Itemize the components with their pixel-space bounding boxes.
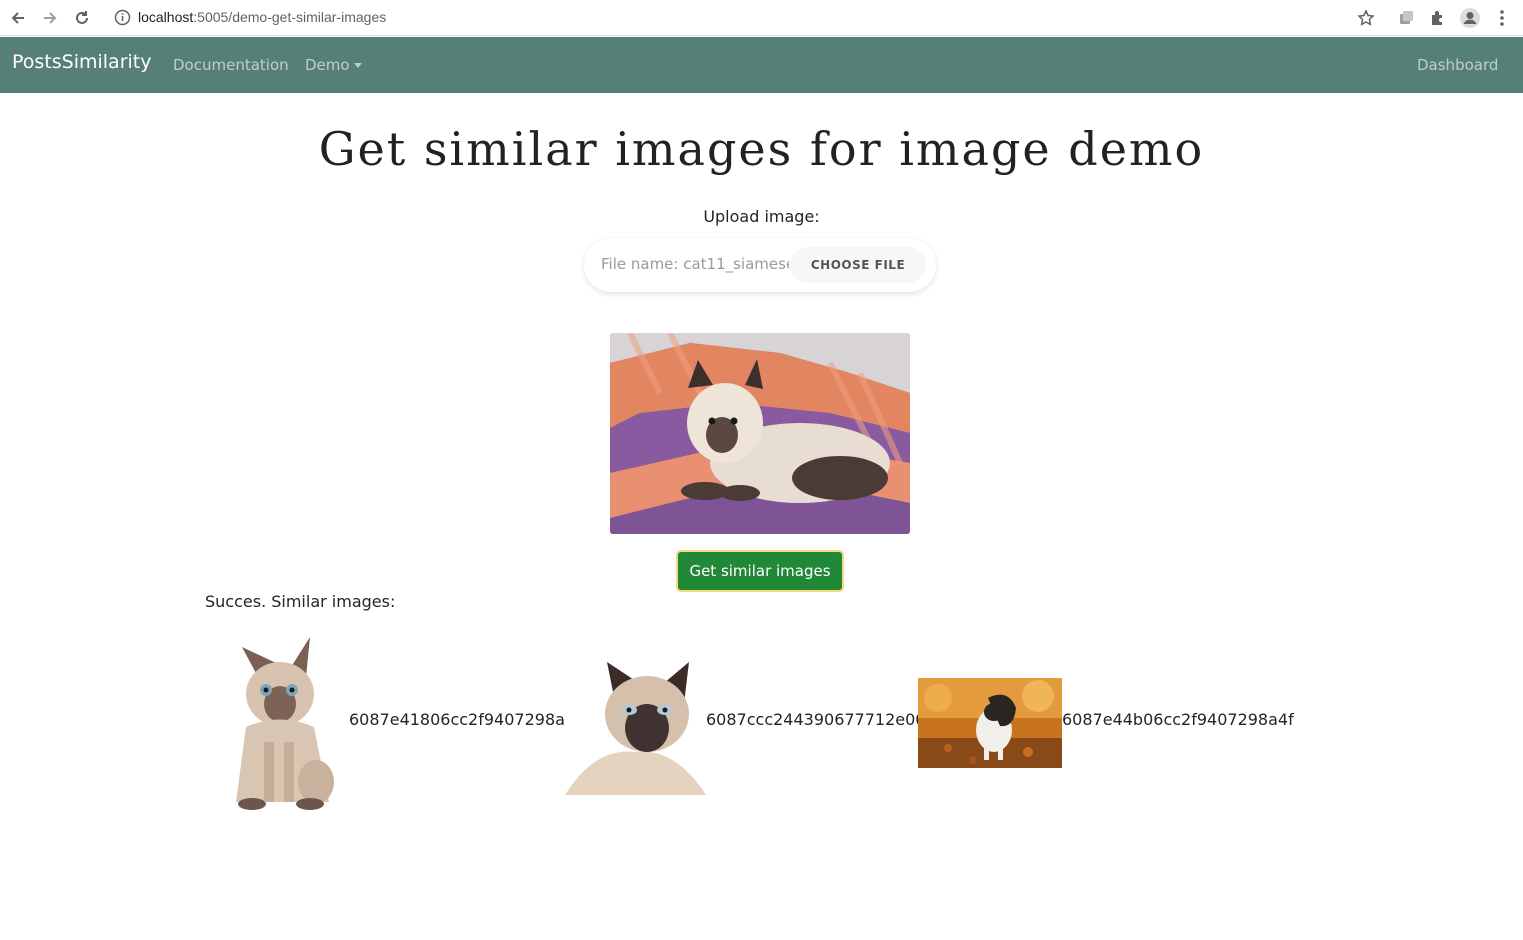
app-navbar: PostsSimilarity Documentation Demo Dashb… [0,37,1523,93]
result-image-2 [565,652,706,795]
menu-icon[interactable] [1490,6,1514,30]
result-image-1 [224,632,344,812]
star-icon[interactable] [1354,6,1378,30]
page-title: Get similar images for image demo [318,122,1205,176]
tab-search-icon[interactable] [1394,6,1418,30]
choose-file-button[interactable]: CHOOSE FILE [790,247,926,283]
profile-icon[interactable] [1458,6,1482,30]
result-id-1: 6087e41806cc2f9407298a4b [349,710,586,729]
reload-icon[interactable] [68,4,96,32]
uploaded-image-preview [610,333,910,534]
result-id-2: 6087ccc244390677712e007f [706,710,942,729]
info-icon[interactable] [114,9,131,26]
url-host: localhost [138,9,194,25]
brand-link[interactable]: PostsSimilarity [12,51,152,73]
upload-label: Upload image: [703,207,820,226]
result-status-label: Succes. Similar images: [205,592,396,611]
result-id-3: 6087e44b06cc2f9407298a4f [1062,710,1294,729]
result-image-3 [918,678,1062,768]
nav-dashboard[interactable]: Dashboard [1417,56,1498,74]
nav-demo-dropdown[interactable]: Demo [305,56,362,74]
file-upload-field[interactable]: File name: cat11_siamese_kitten.jpg CHOO… [584,238,936,292]
forward-arrow-icon[interactable] [36,4,64,32]
extensions-icon[interactable] [1426,6,1450,30]
nav-documentation[interactable]: Documentation [173,56,289,74]
nav-demo-label: Demo [305,56,350,74]
caret-down-icon [353,63,362,68]
back-arrow-icon[interactable] [4,4,32,32]
browser-toolbar: localhost:5005/demo-get-similar-images [0,0,1523,36]
address-bar[interactable]: localhost:5005/demo-get-similar-images [104,3,1384,32]
url-text: localhost:5005/demo-get-similar-images [138,9,386,25]
file-name-display: File name: cat11_siamese_kitten.jpg [601,255,789,273]
get-similar-images-button[interactable]: Get similar images [676,550,844,592]
url-path: :5005/demo-get-similar-images [193,9,387,25]
